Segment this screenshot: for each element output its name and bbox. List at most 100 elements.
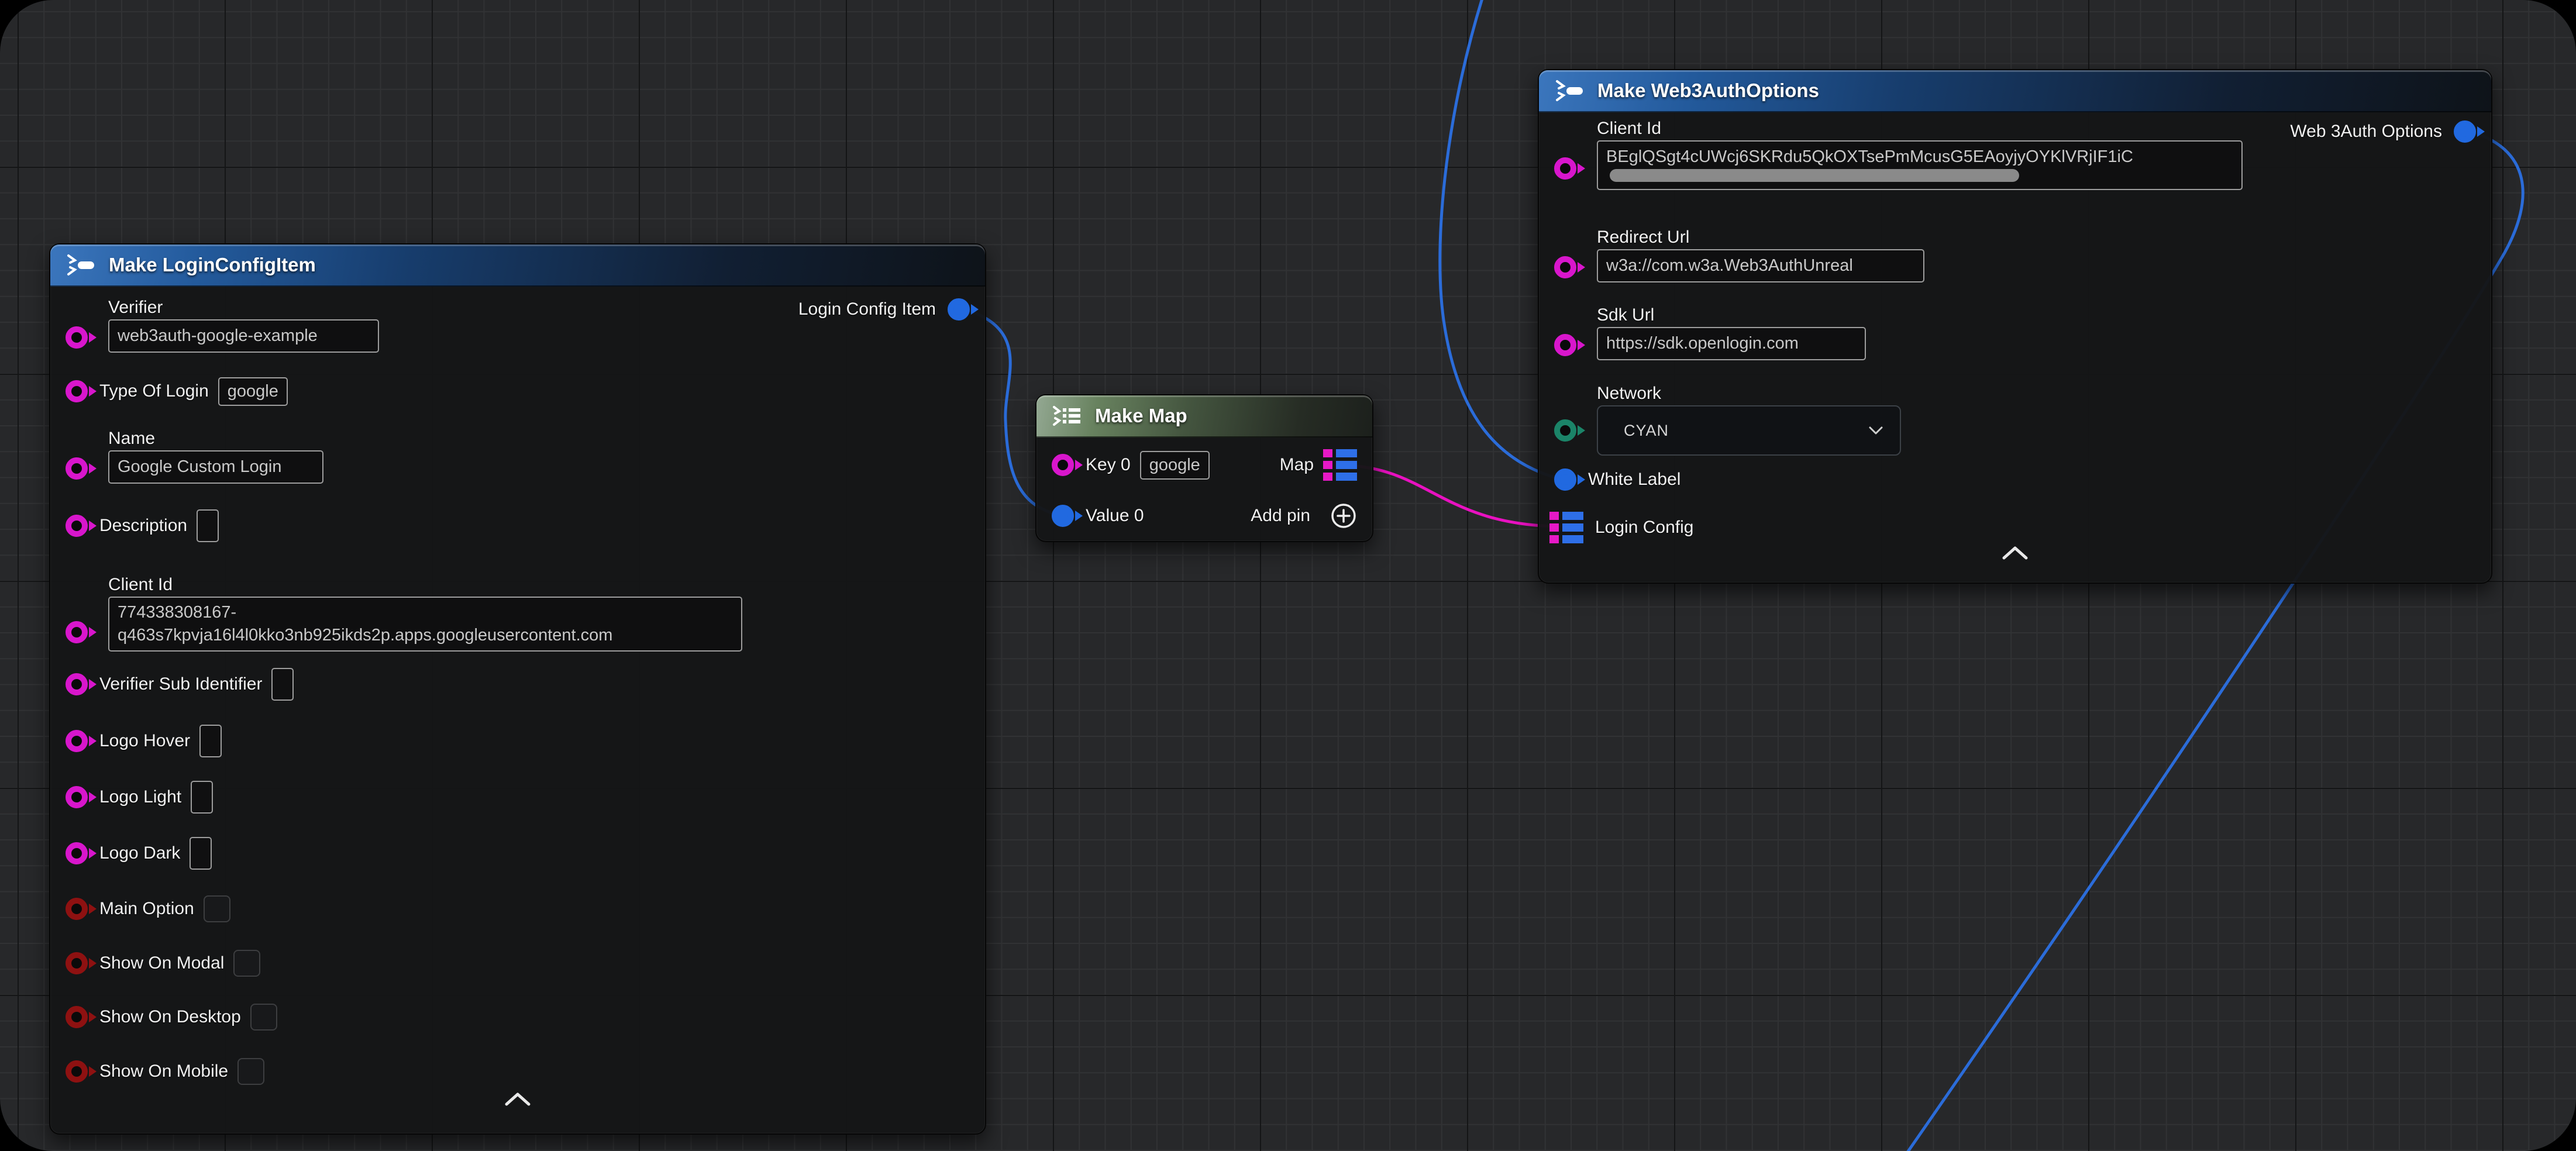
redirect-url-input[interactable]: w3a://com.w3a.Web3AuthUnreal — [1597, 249, 1924, 282]
description-input[interactable] — [197, 509, 219, 542]
network-dropdown[interactable]: CYAN — [1597, 405, 1901, 456]
pin-row-white-label: White Label — [1539, 461, 2491, 498]
client-id-line2: q463s7kpvja16l4l0kko3nb925ikds2p.apps.go… — [118, 624, 733, 647]
logo-dark-input[interactable] — [190, 837, 212, 870]
logo-light-input[interactable] — [191, 781, 213, 814]
pin-key0[interactable] — [1052, 454, 1074, 476]
pin-row-key0-map: Key 0 google Map — [1036, 446, 1372, 484]
pin-row-show-on-modal: Show On Modal — [50, 945, 985, 982]
node-header[interactable]: Make Web3AuthOptions — [1539, 70, 2491, 112]
client-id-line1: 774338308167- — [118, 601, 733, 624]
pin-row-client-id: Client Id BEglQSgt4cUWcj6SKRdu5QkOXTsePm… — [1539, 117, 2491, 190]
node-title: Make LoginConfigItem — [109, 254, 316, 276]
verifier-sub-identifier-input[interactable] — [271, 668, 294, 701]
pin-verifier[interactable] — [66, 326, 88, 349]
pin-row-verifier-sub-identifier: Verifier Sub Identifier — [50, 666, 985, 703]
pin-logo-light[interactable] — [66, 786, 88, 808]
show-on-desktop-checkbox[interactable] — [250, 1004, 277, 1031]
pin-label: Client Id — [108, 573, 985, 597]
pin-main-option[interactable] — [66, 898, 88, 920]
client-id-input[interactable]: BEglQSgt4cUWcj6SKRdu5QkOXTsePmMcusG5EAoy… — [1597, 140, 2243, 190]
add-pin-label: Add pin — [1251, 506, 1310, 526]
verifier-input[interactable]: web3auth-google-example — [108, 319, 379, 353]
client-id-text: BEglQSgt4cUWcj6SKRdu5QkOXTsePmMcusG5EAoy… — [1606, 147, 2233, 167]
sdk-url-input[interactable]: https://sdk.openlogin.com — [1597, 327, 1866, 360]
make-struct-icon — [66, 254, 97, 276]
pin-label: Client Id — [1597, 117, 2491, 140]
node-title: Make Web3AuthOptions — [1597, 80, 1819, 102]
pin-row-verifier: Verifier web3auth-google-example — [50, 296, 985, 353]
pin-row-show-on-desktop: Show On Desktop — [50, 998, 985, 1036]
key0-input[interactable]: google — [1140, 451, 1210, 480]
pin-row-description: Description — [50, 507, 985, 545]
pin-sdk-url[interactable] — [1554, 334, 1576, 356]
show-on-mobile-checkbox[interactable] — [237, 1058, 264, 1085]
type-of-login-input[interactable]: google — [218, 377, 288, 406]
add-pin-icon[interactable] — [1330, 502, 1357, 529]
pin-row-client-id: Client Id 774338308167- q463s7kpvja16l4l… — [50, 573, 985, 652]
node-header[interactable]: Make LoginConfigItem — [50, 244, 985, 287]
pin-login-config[interactable] — [1549, 512, 1583, 543]
pin-label: Show On Desktop — [99, 1007, 241, 1027]
pin-redirect-url[interactable] — [1554, 256, 1576, 278]
pin-show-on-desktop[interactable] — [66, 1006, 88, 1028]
pin-row-show-on-mobile: Show On Mobile — [50, 1053, 985, 1090]
pin-label: Network — [1597, 382, 2491, 405]
pin-label: Map — [1280, 455, 1314, 475]
network-selected-value: CYAN — [1624, 422, 1669, 440]
h-scrollbar[interactable] — [1610, 169, 2019, 182]
pin-white-label[interactable] — [1554, 468, 1576, 491]
pin-label: Redirect Url — [1597, 226, 2491, 249]
pin-logo-dark[interactable] — [66, 842, 88, 864]
main-option-checkbox[interactable] — [204, 895, 230, 922]
pin-row-logo-hover: Logo Hover — [50, 722, 985, 760]
wire-map-to-login-config[interactable] — [1346, 466, 1559, 526]
make-struct-icon — [1554, 80, 1586, 102]
pin-row-logo-dark: Logo Dark — [50, 835, 985, 872]
node-make-loginconfigitem[interactable]: Make LoginConfigItem Login Config Item V… — [49, 243, 986, 1135]
pin-client-id[interactable] — [66, 621, 88, 643]
logo-hover-input[interactable] — [199, 725, 222, 757]
blueprint-graph-canvas[interactable]: Make LoginConfigItem Login Config Item V… — [0, 0, 2576, 1151]
pin-show-on-modal[interactable] — [66, 952, 88, 974]
pin-label: Description — [99, 516, 187, 536]
collapse-chevron-icon[interactable] — [2002, 545, 2029, 560]
pin-row-name: Name Google Custom Login — [50, 427, 985, 484]
name-input[interactable]: Google Custom Login — [108, 450, 323, 484]
pin-label: Show On Mobile — [99, 1062, 228, 1081]
pin-label: Login Config — [1595, 518, 1693, 537]
pin-label: White Label — [1588, 470, 1680, 490]
pin-name[interactable] — [66, 457, 88, 480]
pin-logo-hover[interactable] — [66, 730, 88, 752]
pin-description[interactable] — [66, 515, 88, 537]
pin-label: Name — [108, 427, 985, 450]
pin-show-on-mobile[interactable] — [66, 1060, 88, 1083]
make-map-icon — [1052, 405, 1083, 427]
client-id-input[interactable]: 774338308167- q463s7kpvja16l4l0kko3nb925… — [108, 597, 742, 652]
pin-label: Show On Modal — [99, 953, 224, 973]
pin-label: Verifier Sub Identifier — [99, 674, 262, 694]
pin-label: Logo Dark — [99, 843, 180, 863]
pin-row-type-of-login: Type Of Login google — [50, 373, 985, 410]
pin-row-sdk-url: Sdk Url https://sdk.openlogin.com — [1539, 304, 2491, 360]
pin-network[interactable] — [1554, 419, 1576, 442]
show-on-modal-checkbox[interactable] — [233, 950, 260, 977]
pin-client-id[interactable] — [1554, 157, 1576, 180]
node-title: Make Map — [1095, 405, 1187, 427]
node-make-web3authoptions[interactable]: Make Web3AuthOptions Web 3Auth Options C… — [1538, 69, 2492, 584]
pin-label: Main Option — [99, 899, 194, 919]
pin-label: Logo Light — [99, 787, 181, 807]
pin-row-logo-light: Logo Light — [50, 778, 985, 816]
pin-row-value0-addpin: Value 0 Add pin — [1036, 497, 1372, 535]
node-make-map[interactable]: Make Map Key 0 google Map Value 0 Add pi… — [1035, 394, 1373, 542]
pin-value0[interactable] — [1052, 505, 1074, 527]
pin-type-of-login[interactable] — [66, 380, 88, 402]
pin-row-network: Network CYAN — [1539, 382, 2491, 456]
collapse-chevron-icon[interactable] — [504, 1091, 531, 1107]
node-header[interactable]: Make Map — [1036, 395, 1372, 437]
pin-label: Logo Hover — [99, 731, 190, 751]
pin-map-output[interactable] — [1323, 449, 1357, 481]
pin-row-login-config: Login Config — [1539, 509, 2491, 546]
pin-label: Verifier — [108, 296, 985, 319]
pin-verifier-sub-identifier[interactable] — [66, 673, 88, 695]
